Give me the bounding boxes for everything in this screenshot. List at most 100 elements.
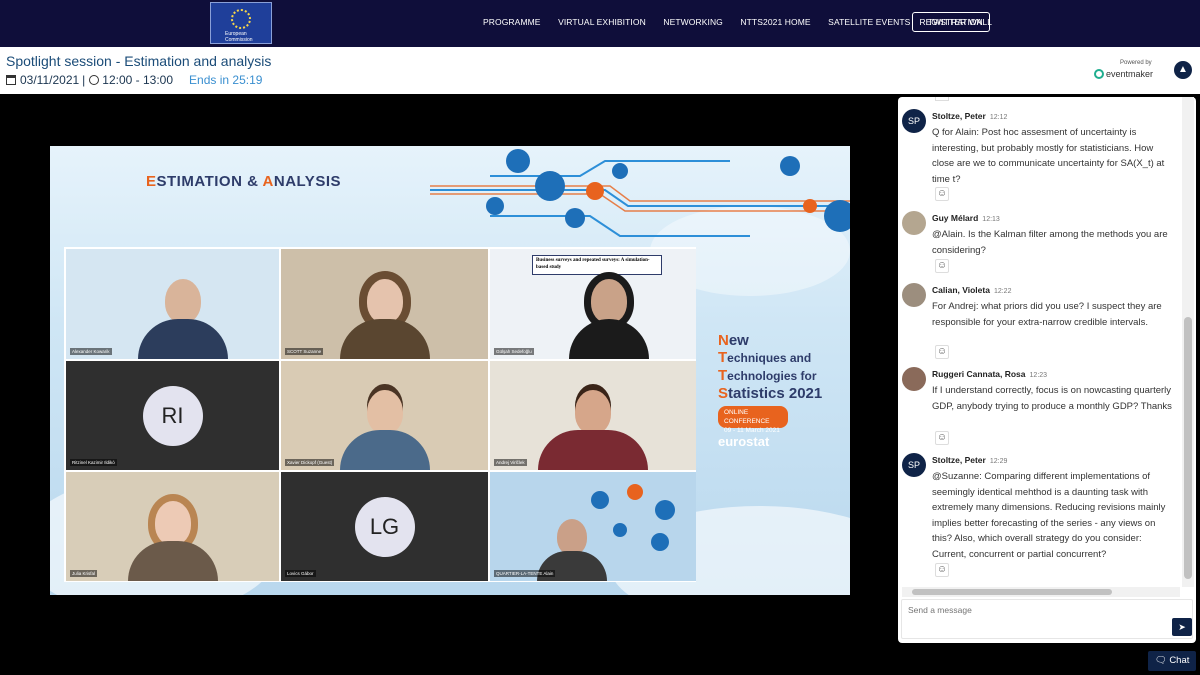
chat-toggle-label: Chat	[1169, 655, 1190, 666]
message-text: Q for Alain: Post hoc assesment of uncer…	[932, 127, 1165, 185]
message-author: Stoltze, Peter 12:29	[932, 455, 1008, 465]
participant-name: SCOTT Suzanne	[285, 348, 324, 355]
nav-item-satellite-events[interactable]: SATELLITE EVENTS	[828, 17, 910, 27]
ntts-line: Statistics 2021	[718, 385, 823, 402]
chevron-up-icon: ▲	[1178, 64, 1188, 75]
message-input[interactable]	[908, 604, 1158, 616]
nav-item-virtual-exhibition[interactable]: VIRTUAL EXHIBITION	[558, 17, 646, 27]
slide-paper-title: Business surveys and repeated surveys: A…	[532, 255, 662, 275]
participant-video	[569, 279, 650, 359]
smile-reaction-button[interactable]: ☺	[935, 187, 949, 201]
participant-video	[339, 390, 430, 470]
session-countdown: Ends in 25:19	[189, 73, 263, 87]
session-meta: 03/11/2021 | 12:00 - 13:00 Ends in 25:19	[6, 73, 262, 87]
message-time: 12:22	[993, 288, 1012, 295]
chat-panel: SP Stoltze, Peter 12:12 Q for Alain: Post…	[898, 97, 1196, 643]
clock-icon	[89, 75, 100, 85]
participant-grid: Alexander Kowarik SCOTT Suzanne Business…	[64, 247, 696, 582]
message-author: Calian, Violeta 12:22	[932, 285, 1012, 295]
scrollbar-thumb[interactable]	[1184, 317, 1192, 579]
chat-horizontal-scrollbar[interactable]	[902, 587, 1180, 597]
participant-tile[interactable]: QUARTIER-LA-TENTE Alain	[490, 472, 696, 581]
participant-tile[interactable]: Andrej Virlčlek	[490, 361, 696, 470]
message-text: For Andrej: what priors did you use? I s…	[932, 301, 1162, 328]
eventmaker-brand: eventmaker	[1106, 69, 1154, 79]
participant-tile[interactable]: RI Ritzinel Kazimir Ildikó	[66, 361, 279, 470]
session-header: Spotlight session - Estimation and analy…	[0, 47, 1200, 94]
eu-stars-icon	[231, 9, 251, 29]
avatar	[902, 367, 926, 391]
conference-date-badge: ONLINE CONFERENCE 09 - 11 March 2021	[718, 406, 788, 434]
participant-video	[339, 279, 430, 359]
paper-plane-icon: ➤	[1178, 622, 1186, 632]
ntts-line: Technologies for	[718, 367, 817, 384]
nav-item-programme[interactable]: PROGRAMME	[483, 17, 541, 27]
message-text: If I understand correctly, focus is on n…	[932, 385, 1172, 412]
participant-name: Andrej Virlčlek	[494, 459, 527, 466]
participant-tile[interactable]: SCOTT Suzanne	[281, 249, 488, 359]
smile-reaction-button[interactable]: ☺	[935, 563, 949, 577]
collapse-header-button[interactable]: ▲	[1174, 61, 1192, 79]
participant-name: Xavier Dickopf (Guest)	[285, 459, 335, 466]
ntts-line: New	[718, 332, 749, 349]
network-graphic	[430, 149, 850, 237]
session-time: 12:00 - 13:00	[102, 73, 174, 87]
avatar: SP	[902, 109, 926, 133]
participant-name: Julia Krisfal	[70, 570, 98, 577]
ntts-branding: New Techniques and Technologies for Stat…	[718, 332, 848, 449]
smile-reaction-button[interactable]: ☺	[935, 345, 949, 359]
chat-toggle-button[interactable]: 🗨 Chat	[1148, 651, 1196, 671]
session-title: Spotlight session - Estimation and analy…	[6, 53, 272, 69]
logo-caption: European Commission	[225, 31, 253, 43]
ntts-line: Techniques and	[718, 349, 812, 366]
eventmaker-icon	[1094, 69, 1104, 79]
participant-tile[interactable]: LG Lovics Gábor	[281, 472, 488, 581]
scrollbar-thumb[interactable]	[912, 589, 1112, 595]
message-composer: ➤	[901, 599, 1193, 639]
smile-reaction-button[interactable]: ☺	[935, 259, 949, 273]
message-author: Ruggeri Cannata, Rosa 12:23	[932, 369, 1048, 379]
session-separator: |	[82, 73, 86, 87]
avatar	[902, 211, 926, 235]
top-navigation: European Commission PROGRAMME VIRTUAL EX…	[0, 0, 1200, 47]
participant-video	[138, 279, 229, 359]
video-stage: ESTIMATION & ANALYSIS Alexander Kowarik …	[0, 94, 895, 675]
message-time: 12:29	[989, 458, 1008, 465]
participant-tile[interactable]: Xavier Dickopf (Guest)	[281, 361, 488, 470]
calendar-icon	[6, 75, 16, 85]
participant-name: Gülşah Sedefoğlu	[494, 348, 534, 355]
session-slide: ESTIMATION & ANALYSIS Alexander Kowarik …	[50, 146, 850, 595]
send-button[interactable]: ➤	[1172, 618, 1192, 636]
smile-reaction-button[interactable]: ☺	[935, 431, 949, 445]
participant-name: Lovics Gábor	[285, 570, 316, 577]
participant-tile[interactable]: Business surveys and repeated surveys: A…	[490, 249, 696, 359]
message-text: @Suzanne: Comparing different implementa…	[932, 471, 1166, 560]
eurostat-logo: eurostat	[718, 434, 770, 449]
participant-video	[127, 501, 218, 581]
participant-tile[interactable]: Alexander Kowarik	[66, 249, 279, 359]
nav-item-ntts2021-home[interactable]: NTTS2021 HOME	[740, 17, 810, 27]
eventmaker-logo[interactable]: eventmaker	[1094, 69, 1153, 79]
message-time: 12:23	[1029, 372, 1048, 379]
participant-tile[interactable]: Julia Krisfal	[66, 472, 279, 581]
reaction-button[interactable]	[935, 97, 949, 101]
nav-item-networking[interactable]: NETWORKING	[663, 17, 723, 27]
european-commission-logo[interactable]: European Commission	[210, 2, 272, 44]
chat-vertical-scrollbar[interactable]	[1182, 97, 1194, 587]
participant-name: Alexander Kowarik	[70, 348, 112, 355]
participant-video	[538, 390, 648, 470]
message-author: Guy Mélard 12:13	[932, 213, 1000, 223]
session-date: 03/11/2021	[20, 73, 80, 87]
avatar: SP	[902, 453, 926, 477]
chat-message-list[interactable]: SP Stoltze, Peter 12:12 Q for Alain: Post…	[898, 97, 1180, 587]
chat-bubble-icon: 🗨	[1154, 655, 1167, 666]
message-author: Stoltze, Peter 12:12	[932, 111, 1008, 121]
participant-name: Ritzinel Kazimir Ildikó	[70, 459, 117, 466]
registration-button[interactable]: REGISTRATION	[912, 12, 990, 32]
avatar	[902, 283, 926, 307]
network-icons-graphic	[591, 484, 675, 551]
participant-initials-avatar: LG	[354, 496, 415, 557]
participant-name: QUARTIER-LA-TENTE Alain	[494, 570, 556, 577]
message-text: @Alain. Is the Kalman filter among the m…	[932, 229, 1168, 256]
slide-title: ESTIMATION & ANALYSIS	[146, 173, 341, 190]
